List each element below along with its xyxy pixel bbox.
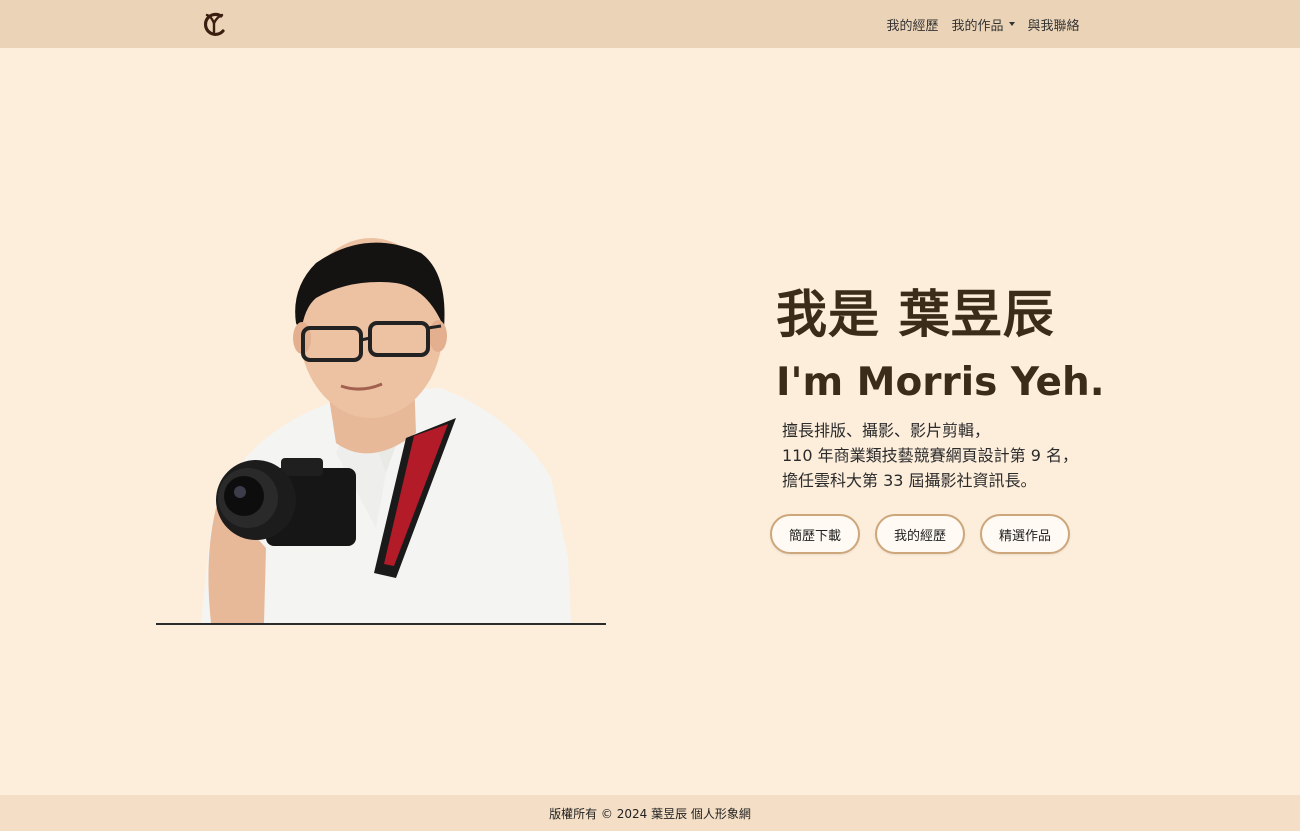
intro-line: 擅長排版、攝影、影片剪輯， (782, 421, 991, 440)
page-footer: 版權所有 © 2024 葉昱辰 個人形象網 (0, 795, 1300, 831)
top-navbar: 我的經歷 我的作品 與我聯絡 (0, 0, 1300, 48)
profile-photo (201, 238, 571, 623)
nav-link-experience[interactable]: 我的經歷 (887, 15, 939, 34)
nav-link-works-dropdown[interactable]: 我的作品 (952, 15, 1015, 34)
nav-link-label: 我的經歷 (886, 18, 939, 34)
download-resume-button[interactable]: 簡歷下載 (770, 514, 860, 554)
hero-title-english: I'm Morris Yeh. (776, 360, 1105, 405)
featured-works-button[interactable]: 精選作品 (980, 514, 1070, 554)
nav-link-contact[interactable]: 與我聯絡 (1028, 15, 1080, 34)
caret-down-icon (1008, 22, 1015, 26)
hero-title-chinese: 我是 葉昱辰 (776, 286, 1055, 345)
hero-buttons: 簡歷下載 我的經歷 精選作品 (770, 514, 1085, 554)
my-experience-button[interactable]: 我的經歷 (875, 514, 965, 554)
nav-links: 我的經歷 我的作品 與我聯絡 (880, 0, 1086, 48)
nav-link-label: 我的作品 (951, 18, 1004, 34)
yc-logo-icon[interactable] (201, 10, 229, 38)
copyright-text: 版權所有 © 2024 葉昱辰 個人形象網 (549, 806, 751, 821)
intro-line: 110 年商業類技藝競賽網頁設計第 9 名， (782, 446, 1078, 465)
photo-baseline-divider (156, 623, 606, 625)
nav-link-label: 與我聯絡 (1027, 18, 1080, 34)
hero-intro: 擅長排版、攝影、影片剪輯， 110 年商業類技藝競賽網頁設計第 9 名， 擔任雲… (782, 418, 1112, 493)
intro-line: 擔任雲科大第 33 屆攝影社資訊長。 (782, 471, 1037, 490)
